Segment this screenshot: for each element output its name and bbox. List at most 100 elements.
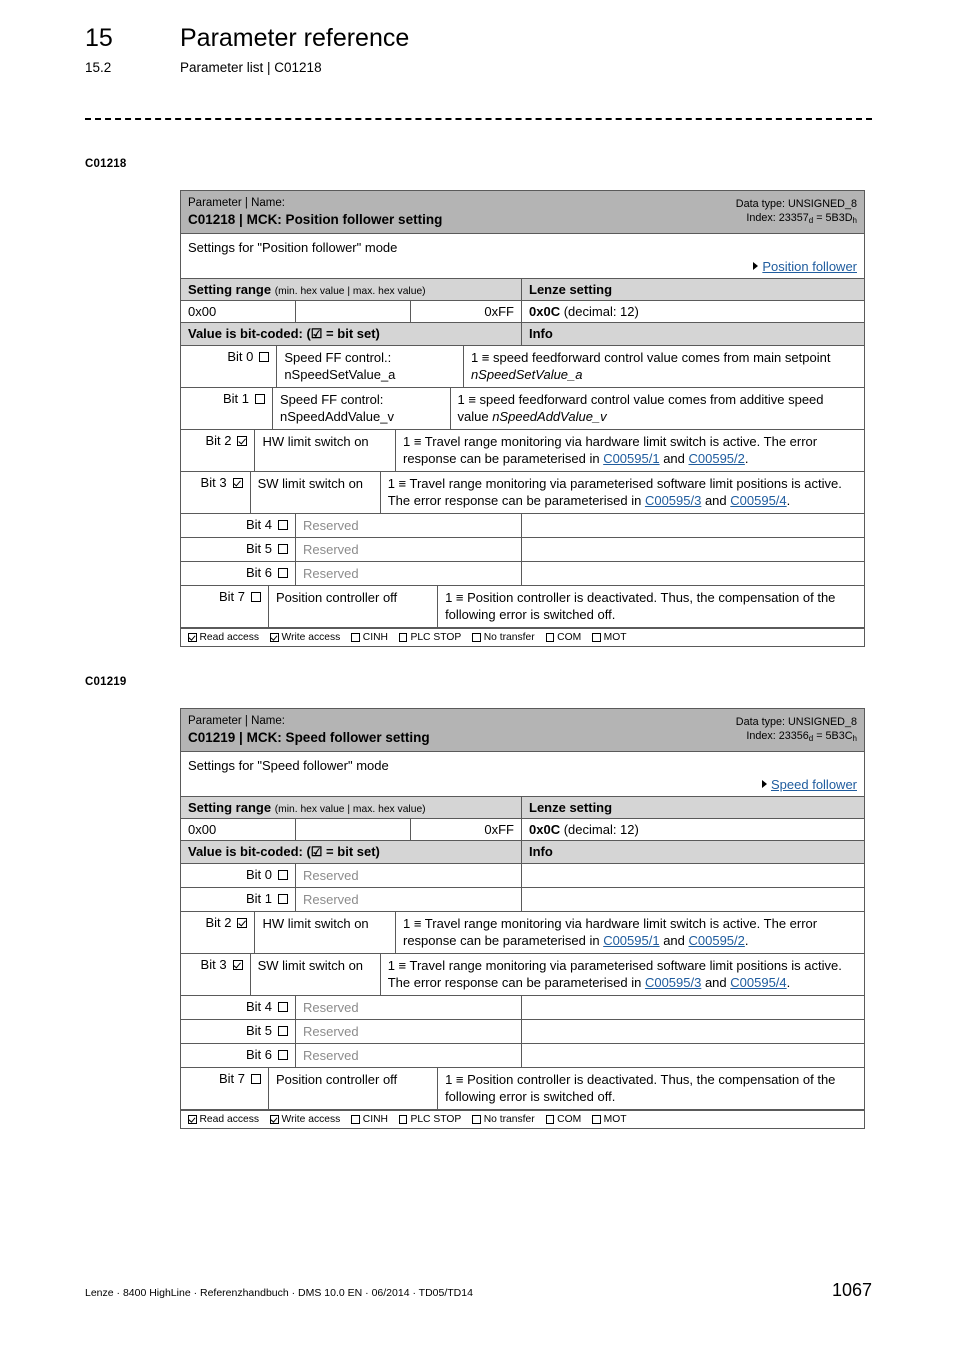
bit-label-cell: Bit 3 bbox=[181, 954, 251, 995]
setting-range-label: Setting range (min. hex value | max. hex… bbox=[181, 797, 522, 818]
access-footer-c01218: Read access Write access CINH PLC STOP No tr… bbox=[181, 628, 864, 646]
bit-label-cell: Bit 1 bbox=[181, 388, 274, 429]
checkbox-unchecked-icon[interactable] bbox=[278, 568, 288, 578]
range-min-value: 0x00 bbox=[181, 819, 296, 840]
checkbox-unchecked-icon[interactable] bbox=[278, 894, 288, 904]
related-topic-link[interactable]: Speed follower bbox=[771, 777, 857, 792]
checkbox-unchecked-icon[interactable] bbox=[278, 520, 288, 530]
checkbox-unchecked-icon[interactable] bbox=[472, 633, 481, 642]
related-topic-link[interactable]: Position follower bbox=[762, 259, 857, 274]
checkbox-checked-icon[interactable] bbox=[188, 1115, 197, 1124]
bit-name-cell: HW limit switch on bbox=[255, 430, 396, 471]
bit-info-cell bbox=[522, 538, 864, 561]
checkbox-unchecked-icon[interactable] bbox=[545, 633, 555, 642]
bit-info-cell: 1 ≡ Travel range monitoring via paramete… bbox=[387, 476, 842, 508]
bit-label: Bit 5 bbox=[245, 1023, 272, 1038]
access-footer-c01219: Read access Write access CINH PLC STOP No tr… bbox=[181, 1110, 864, 1128]
bit-row: Bit 3 SW limit switch on 1 ≡ Travel range … bbox=[181, 472, 864, 514]
bit-name-cell: Reserved bbox=[296, 1044, 522, 1067]
bit-row: Bit 2 HW limit switch on 1 ≡ Travel range … bbox=[181, 912, 864, 954]
bit-row: Bit 4 Reserved bbox=[181, 996, 864, 1020]
bit-label-cell: Bit 6 bbox=[181, 562, 296, 585]
checkbox-unchecked-icon[interactable] bbox=[278, 544, 288, 554]
bit-name-cell: Reserved bbox=[296, 1020, 522, 1043]
setting-range-values: 0x00 0xFF 0x0C (decimal: 12) bbox=[181, 301, 864, 323]
checkbox-checked-icon[interactable] bbox=[232, 478, 243, 488]
checkbox-unchecked-icon[interactable] bbox=[255, 394, 266, 404]
parameter-xref-link[interactable]: C00595/1 bbox=[603, 933, 659, 948]
parameter-xref-link[interactable]: C00595/1 bbox=[603, 451, 659, 466]
bit-info-cell: 1 ≡ Position controller is deactivated. … bbox=[445, 590, 836, 622]
bit-name-cell: HW limit switch on bbox=[255, 912, 396, 953]
related-link-row: Position follower bbox=[188, 259, 857, 274]
checkbox-unchecked-icon[interactable] bbox=[351, 1115, 360, 1124]
checkbox-checked-icon[interactable] bbox=[237, 436, 248, 446]
checkbox-checked-icon[interactable] bbox=[237, 918, 248, 928]
bit-label: Bit 3 bbox=[200, 957, 227, 972]
range-max-value: 0xFF bbox=[411, 301, 522, 322]
lenze-setting-value: 0x0C (decimal: 12) bbox=[529, 304, 639, 319]
checkbox-checked-icon[interactable] bbox=[232, 960, 243, 970]
parameter-table-c01219: Parameter | Name: C01219 | MCK: Speed fo… bbox=[180, 708, 865, 1129]
access-flag-label: MOT bbox=[603, 1114, 627, 1125]
access-flag-label: Read access bbox=[199, 1114, 260, 1125]
header-section-row: 15.2 Parameter list | C01218 bbox=[85, 60, 875, 75]
checkbox-unchecked-icon[interactable] bbox=[278, 870, 288, 880]
access-flag-label: COM bbox=[557, 632, 582, 643]
access-flag: Read access bbox=[188, 1114, 259, 1125]
checkbox-unchecked-icon[interactable] bbox=[278, 1050, 288, 1060]
related-link-row: Speed follower bbox=[188, 777, 857, 792]
table-title-band: Parameter | Name: C01219 | MCK: Speed fo… bbox=[181, 709, 864, 752]
checkbox-unchecked-icon[interactable] bbox=[251, 1074, 262, 1084]
bit-label-cell: Bit 3 bbox=[181, 472, 251, 513]
checkbox-unchecked-icon[interactable] bbox=[398, 633, 408, 642]
bit-name-cell: Reserved bbox=[296, 538, 522, 561]
page-header: 15 Parameter reference 15.2 Parameter li… bbox=[85, 24, 875, 75]
bit-label: Bit 6 bbox=[245, 1047, 272, 1062]
footer-imprint: Lenze · 8400 HighLine · Referenzhandbuch… bbox=[85, 1287, 473, 1299]
checkbox-unchecked-icon[interactable] bbox=[278, 1002, 288, 1012]
checkbox-unchecked-icon[interactable] bbox=[278, 1026, 288, 1036]
access-flag-label: COM bbox=[557, 1114, 582, 1125]
parameter-title: C01219 | MCK: Speed follower setting bbox=[188, 730, 430, 745]
checkbox-unchecked-icon[interactable] bbox=[592, 633, 601, 642]
table-title-band: Parameter | Name: C01218 | MCK: Position… bbox=[181, 191, 864, 234]
bit-row: Bit 1 Reserved bbox=[181, 888, 864, 912]
bitcoded-label: Value is bit-coded: (☑ = bit set) bbox=[181, 323, 522, 345]
checkbox-unchecked-icon[interactable] bbox=[251, 592, 262, 602]
bit-info-cell: 1 ≡ speed feedforward control value come… bbox=[470, 350, 831, 382]
access-flag-label: No transfer bbox=[483, 1114, 535, 1125]
bit-name-cell: Speed FF control: nSpeedAddValue_v bbox=[273, 388, 451, 429]
bit-label-cell: Bit 7 bbox=[181, 1068, 270, 1109]
parameter-xref-link[interactable]: C00595/2 bbox=[689, 451, 745, 466]
parameter-xref-link[interactable]: C00595/2 bbox=[689, 933, 745, 948]
bit-label: Bit 7 bbox=[219, 1071, 246, 1086]
checkbox-checked-icon[interactable] bbox=[270, 1115, 279, 1124]
range-min-value: 0x00 bbox=[181, 301, 296, 322]
bit-info-cell bbox=[522, 996, 864, 1019]
index-label: Index: 23357d = 5B3Dh bbox=[746, 212, 857, 225]
access-flag-label: Write access bbox=[281, 1114, 341, 1125]
margin-label-c01218: C01218 bbox=[85, 158, 127, 170]
bit-label: Bit 1 bbox=[223, 391, 250, 406]
access-flag: COM bbox=[545, 632, 582, 643]
parameter-xref-link[interactable]: C00595/3 bbox=[645, 975, 701, 990]
checkbox-checked-icon[interactable] bbox=[188, 633, 197, 642]
checkbox-unchecked-icon[interactable] bbox=[398, 1115, 408, 1124]
parameter-xref-link[interactable]: C00595/4 bbox=[730, 975, 786, 990]
parameter-xref-link[interactable]: C00595/4 bbox=[730, 493, 786, 508]
checkbox-unchecked-icon[interactable] bbox=[472, 1115, 481, 1124]
bit-label: Bit 0 bbox=[227, 349, 254, 364]
bit-info-cell bbox=[522, 514, 864, 537]
checkbox-unchecked-icon[interactable] bbox=[351, 633, 360, 642]
parameter-xref-link[interactable]: C00595/3 bbox=[645, 493, 701, 508]
bit-label-cell: Bit 2 bbox=[181, 430, 256, 471]
bit-name-cell: Reserved bbox=[296, 888, 522, 911]
checkbox-unchecked-icon[interactable] bbox=[545, 1115, 555, 1124]
bit-label: Bit 3 bbox=[200, 475, 227, 490]
margin-label-c01219: C01219 bbox=[85, 676, 127, 688]
bit-info-cell bbox=[522, 1020, 864, 1043]
checkbox-unchecked-icon[interactable] bbox=[592, 1115, 601, 1124]
checkbox-checked-icon[interactable] bbox=[270, 633, 279, 642]
checkbox-unchecked-icon[interactable] bbox=[259, 352, 270, 362]
